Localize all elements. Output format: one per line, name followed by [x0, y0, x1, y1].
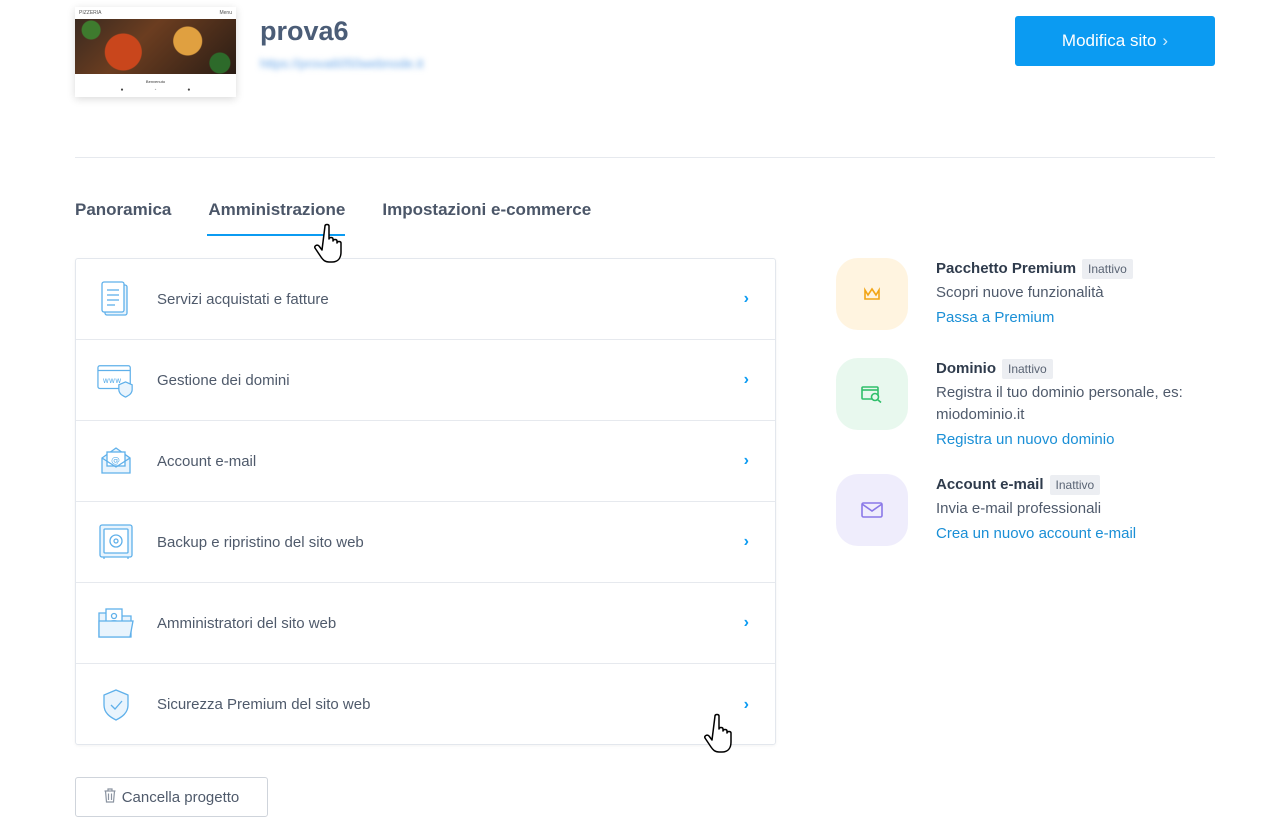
admin-item-label: Amministratori del sito web — [157, 614, 337, 632]
chevron-right-icon: › — [743, 695, 749, 713]
www-shield-icon: www — [97, 361, 135, 399]
feature-description: Registra il tuo dominio personale, es: m… — [936, 384, 1183, 423]
chevron-right-icon: › — [743, 533, 749, 550]
feature-title-text: Account e-mail — [936, 476, 1044, 493]
feature-title-text: Dominio — [936, 360, 996, 377]
feature-title-text: Pacchetto Premium — [936, 260, 1077, 277]
chevron-right-icon: › — [743, 452, 749, 469]
feature-title: Pacchetto Premium Inattivo — [936, 258, 1216, 280]
thumbnail-icons: ● ◦ ● — [120, 87, 191, 93]
invoice-icon — [97, 280, 135, 318]
feature-description: Invia e-mail professionali — [936, 500, 1102, 517]
chevron-right-icon: › — [1162, 31, 1169, 50]
thumbnail-nav: PIZZERIA Menu — [75, 7, 236, 19]
edit-site-label: Modifica sito — [1061, 31, 1157, 50]
admin-item-administrators[interactable]: Amministratori del sito web › — [76, 583, 775, 664]
admin-item-backup[interactable]: Backup e ripristino del sito web › — [76, 502, 775, 583]
admin-item-domains[interactable]: www Gestione dei domini › — [76, 340, 775, 421]
chevron-right-icon: › — [743, 290, 749, 307]
status-badge: Inattivo — [1049, 475, 1101, 495]
admin-item-invoices[interactable]: Servizi acquistati e fatture › — [76, 259, 775, 340]
hand-cursor-icon — [314, 223, 342, 263]
admin-item-label: Backup e ripristino del sito web — [157, 533, 364, 551]
feature-email: Account e-mail Inattivo Invia e-mail pro… — [836, 474, 1216, 564]
delete-project-label: Cancella progetto — [121, 788, 240, 806]
security-shield-icon — [97, 686, 135, 724]
feature-title: Dominio Inattivo — [936, 358, 1216, 380]
header-divider — [75, 157, 1215, 158]
admin-item-label: Sicurezza Premium del sito web — [157, 696, 371, 713]
admin-item-email[interactable]: @ Account e-mail › — [76, 421, 775, 502]
register-domain-link[interactable]: Registra un nuovo dominio — [936, 429, 1216, 451]
feature-domain: Dominio Inattivo Registra il tuo dominio… — [836, 358, 1216, 458]
tab-impostazioni-ecommerce[interactable]: Impostazioni e-commerce — [382, 200, 591, 236]
mail-icon — [836, 474, 908, 546]
feature-description: Scopri nuove funzionalità — [936, 284, 1104, 301]
status-badge: Inattivo — [1082, 259, 1133, 279]
site-url-link[interactable]: https://prova6050webnode.it — [260, 56, 423, 71]
site-thumbnail[interactable]: PIZZERIA Menu Benvenuto ● ◦ ● — [75, 7, 236, 97]
feature-title: Account e-mail Inattivo — [936, 474, 1216, 496]
thumbnail-caption: Benvenuto — [145, 79, 166, 84]
chevron-right-icon: › — [743, 371, 749, 388]
create-email-link[interactable]: Crea un nuovo account e-mail — [936, 523, 1216, 545]
status-badge: Inattivo — [1002, 359, 1053, 379]
domain-search-icon — [836, 358, 908, 430]
delete-project-button[interactable]: Cancella progetto — [75, 777, 268, 817]
svg-text:www: www — [103, 376, 122, 385]
feature-premium: Pacchetto Premium Inattivo Scopri nuove … — [836, 258, 1216, 348]
site-title: prova6 — [260, 16, 349, 46]
hand-cursor-icon — [704, 713, 732, 753]
trash-icon — [104, 787, 116, 807]
safe-icon — [97, 523, 135, 561]
crown-icon — [836, 258, 908, 330]
admin-item-label: Gestione dei domini — [157, 371, 290, 389]
admin-folder-icon — [97, 604, 135, 642]
chevron-right-icon: › — [743, 614, 749, 631]
thumbnail-menu: Menu — [219, 10, 232, 16]
upgrade-premium-link[interactable]: Passa a Premium — [936, 307, 1216, 329]
email-envelope-icon: @ — [97, 442, 135, 480]
thumbnail-brand: PIZZERIA — [79, 10, 102, 16]
admin-item-label: Account e-mail — [157, 452, 257, 470]
tab-panoramica[interactable]: Panoramica — [75, 200, 171, 236]
admin-item-label: Servizi acquistati e fatture — [157, 290, 329, 308]
thumbnail-pizza-image — [75, 19, 236, 74]
admin-item-security[interactable]: Sicurezza Premium del sito web › — [76, 664, 775, 745]
admin-list: Servizi acquistati e fatture › www Gesti… — [75, 258, 776, 745]
edit-site-button[interactable]: Modifica sito › — [1015, 16, 1215, 66]
